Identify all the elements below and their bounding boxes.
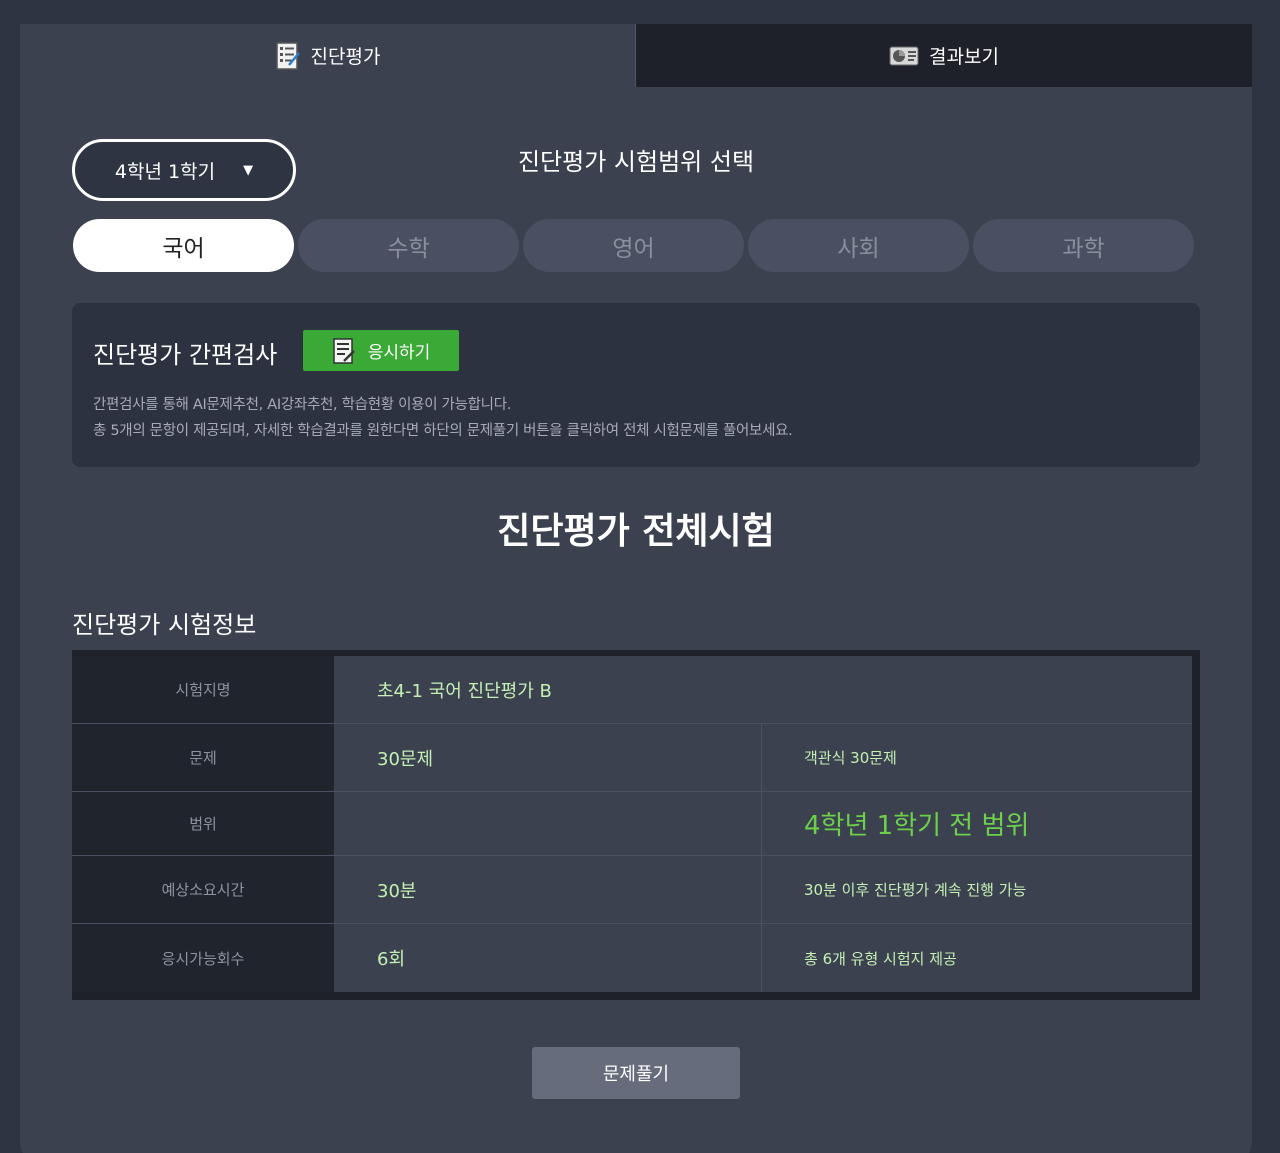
tab-bar: 진단평가 결과보기: [20, 24, 1252, 87]
full-test-title: 진단평가 전체시험: [497, 511, 775, 552]
quick-desc-line-2: 총 5개의 문항이 제공되며, 자세한 학습결과를 원한다면 하단의 문제풀기 …: [93, 423, 793, 439]
exam-name-value: 초4-1 국어 진단평가 B: [335, 656, 1192, 723]
exam-name-label: 시험지명: [72, 656, 335, 723]
range-value: [335, 792, 762, 855]
time-note: 30분 이후 진단평가 계속 진행 가능: [762, 856, 1192, 923]
test-info-title: 진단평가 시험정보: [72, 611, 257, 639]
range-title: 진단평가 시험범위 선택: [517, 148, 755, 176]
quick-test-box: 진단평가 간편검사 응시하기 간편검사를 통해 AI문제추천, AI강좌추천, …: [72, 303, 1200, 467]
quick-test-title: 진단평가 간편검사: [93, 341, 278, 369]
subject-science[interactable]: 과학: [973, 219, 1194, 272]
take-test-button[interactable]: 응시하기: [303, 330, 459, 371]
attempts-label: 응시가능회수: [72, 924, 335, 992]
time-value: 30분: [335, 856, 762, 923]
quick-test-description: 간편검사를 통해 AI문제추천, AI강좌추천, 학습현황 이용이 가능합니다.…: [93, 392, 793, 444]
table-row: 범위 4학년 1학기 전 범위: [72, 792, 1192, 856]
subject-english[interactable]: 영어: [523, 219, 744, 272]
questions-note: 객관식 30문제: [762, 724, 1192, 791]
tab-diagnostic-label: 진단평가: [310, 46, 381, 68]
table-row: 시험지명 초4-1 국어 진단평가 B: [72, 656, 1192, 724]
subject-math[interactable]: 수학: [298, 219, 519, 272]
take-test-label: 응시하기: [367, 343, 431, 363]
tab-diagnostic[interactable]: 진단평가: [20, 24, 636, 87]
tab-results[interactable]: 결과보기: [636, 24, 1252, 87]
test-info-table: 시험지명 초4-1 국어 진단평가 B 문제 30문제 객관식 30문제 범위 …: [72, 650, 1200, 1000]
subject-social[interactable]: 사회: [748, 219, 969, 272]
main-panel: 진단평가 결과보기 4학년 1학기 ▼ 진단평가 시험범위 선택 국어 수학 영…: [20, 24, 1252, 1153]
table-row: 응시가능회수 6회 총 6개 유형 시험지 제공: [72, 924, 1192, 992]
table-row: 예상소요시간 30분 30분 이후 진단평가 계속 진행 가능: [72, 856, 1192, 924]
chart-icon: [889, 45, 919, 67]
questions-label: 문제: [72, 724, 335, 791]
table-row: 문제 30문제 객관식 30문제: [72, 724, 1192, 792]
attempts-note: 총 6개 유형 시험지 제공: [762, 924, 1192, 992]
subject-korean[interactable]: 국어: [73, 219, 294, 272]
time-label: 예상소요시간: [72, 856, 335, 923]
test-sheet-icon: [332, 337, 356, 365]
subject-tabs: 국어 수학 영어 사회 과학: [73, 219, 1194, 272]
tab-results-label: 결과보기: [929, 46, 999, 68]
attempts-value: 6회: [335, 924, 762, 992]
questions-value: 30문제: [335, 724, 762, 791]
range-label: 범위: [72, 792, 335, 855]
quick-desc-line-1: 간편검사를 통해 AI문제추천, AI강좌추천, 학습현황 이용이 가능합니다.: [93, 397, 512, 413]
range-note: 4학년 1학기 전 범위: [762, 792, 1192, 855]
solve-problems-button[interactable]: 문제풀기: [532, 1047, 740, 1099]
checklist-icon: [275, 41, 301, 71]
